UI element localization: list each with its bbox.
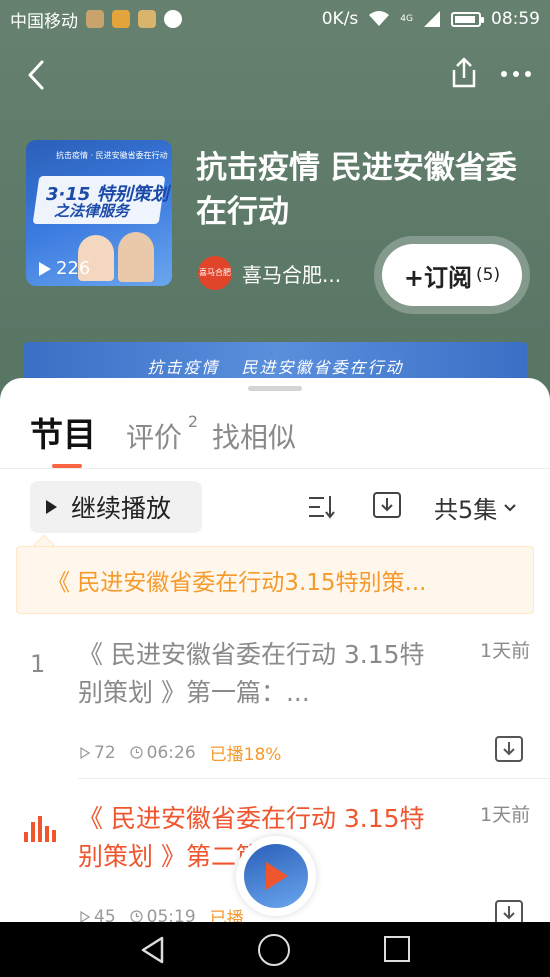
tab-similar[interactable]: 找相似 xyxy=(212,416,296,456)
episode-count-label: 共5集 xyxy=(434,496,498,524)
play-outline-icon xyxy=(80,746,90,759)
more-dots-icon[interactable] xyxy=(498,60,534,88)
plays: 72 xyxy=(80,743,116,763)
download-icon[interactable] xyxy=(494,734,524,764)
clock-icon xyxy=(130,746,143,759)
notification-app-icon xyxy=(86,10,104,28)
wifi-icon xyxy=(369,11,390,26)
divider xyxy=(78,778,550,779)
author-avatar[interactable]: 喜马合肥 xyxy=(198,256,232,290)
sort-icon[interactable] xyxy=(306,492,336,522)
play-icon xyxy=(46,500,57,514)
chevron-left-icon[interactable] xyxy=(22,58,52,92)
subscribe-label: +订阅 xyxy=(403,263,472,292)
notification-app-icon xyxy=(112,10,130,28)
share-icon[interactable] xyxy=(448,56,480,90)
system-nav-bar xyxy=(0,922,550,977)
play-count: 226 xyxy=(38,258,90,279)
notification-app-icon xyxy=(164,10,182,28)
play-count: 72 xyxy=(94,742,116,763)
chevron-down-icon xyxy=(504,503,516,511)
net-speed: 0K/s xyxy=(321,9,359,29)
played-progress: 已播18% xyxy=(209,745,282,765)
play-icon xyxy=(266,862,288,890)
clock: 08:59 xyxy=(491,9,540,29)
play-count-value: 226 xyxy=(56,258,91,279)
subscribe-count: (5) xyxy=(476,265,501,285)
duration-value: 06:26 xyxy=(146,742,196,763)
notification-app-icon xyxy=(138,10,156,28)
episode-date: 1天前 xyxy=(480,804,531,826)
cover-line2: 之法律服务 xyxy=(54,202,130,220)
album-cover[interactable]: 抗击疫情 · 民进安徽省委在行动 3·15 特别策划 之法律服务 226 xyxy=(26,140,172,286)
episode-index: 1 xyxy=(30,650,46,678)
status-bar: 中国移动 0K/s 4G 08:59 xyxy=(0,0,550,38)
tab-label: 节目 xyxy=(30,415,96,454)
cover-top-text: 抗击疫情 · 民进安徽省委在行动 xyxy=(56,151,168,160)
author-name[interactable]: 喜马合肥... xyxy=(242,259,341,288)
nav-back-icon[interactable] xyxy=(140,936,166,964)
net-type: 4G xyxy=(400,13,413,24)
episode-date: 1天前 xyxy=(480,640,531,662)
divider xyxy=(0,468,550,469)
episode-title[interactable]: 《 民进安徽省委在行动 3.15特别策划 》第一篇：... xyxy=(78,636,428,712)
review-count-badge: 2 xyxy=(187,412,199,431)
subscribe-button[interactable]: +订阅 (5) xyxy=(382,244,522,306)
battery-icon xyxy=(451,11,484,27)
cover-illustration xyxy=(118,232,154,282)
episode-meta: 72 06:26 已播18% xyxy=(80,740,281,765)
download-all-icon[interactable] xyxy=(372,490,402,520)
now-playing-icon xyxy=(24,816,56,842)
continue-play-button[interactable]: 继续播放 xyxy=(30,481,202,533)
album-title: 抗击疫情 民进安徽省委在行动 xyxy=(196,150,517,230)
carrier-label: 中国移动 xyxy=(10,11,78,32)
tab-label: 评价 xyxy=(126,421,183,454)
continue-play-label: 继续播放 xyxy=(71,494,172,523)
album-header: 中国移动 0K/s 4G 08:59 抗击疫情 · 民进安徽省委在行动 3·15… xyxy=(0,0,550,420)
author-row[interactable]: 喜马合肥 喜马合肥... xyxy=(198,256,341,290)
nav-recents-icon[interactable] xyxy=(384,936,410,962)
episode-count-dropdown[interactable]: 共5集 xyxy=(434,490,517,525)
nav-home-icon[interactable] xyxy=(258,934,290,966)
play-outline-icon xyxy=(80,910,90,923)
duration: 06:26 xyxy=(130,743,196,763)
tab-bar: 节目 评价 2 找相似 xyxy=(30,408,296,456)
resume-tip[interactable]: 《 民进安徽省委在行动3.15特别策... xyxy=(16,546,534,614)
tab-reviews[interactable]: 评价 2 xyxy=(126,412,198,456)
banner-text-left: 抗击疫情 xyxy=(147,358,220,377)
drag-handle[interactable] xyxy=(248,386,302,391)
tab-programs[interactable]: 节目 xyxy=(30,408,96,456)
subscribe-halo: +订阅 (5) xyxy=(374,236,530,314)
mini-player[interactable] xyxy=(236,836,316,916)
play-icon xyxy=(39,261,51,276)
signal-icon xyxy=(424,11,440,27)
tab-label: 找相似 xyxy=(212,421,297,454)
banner-text-right: 民进安徽省委在行动 xyxy=(241,358,404,377)
